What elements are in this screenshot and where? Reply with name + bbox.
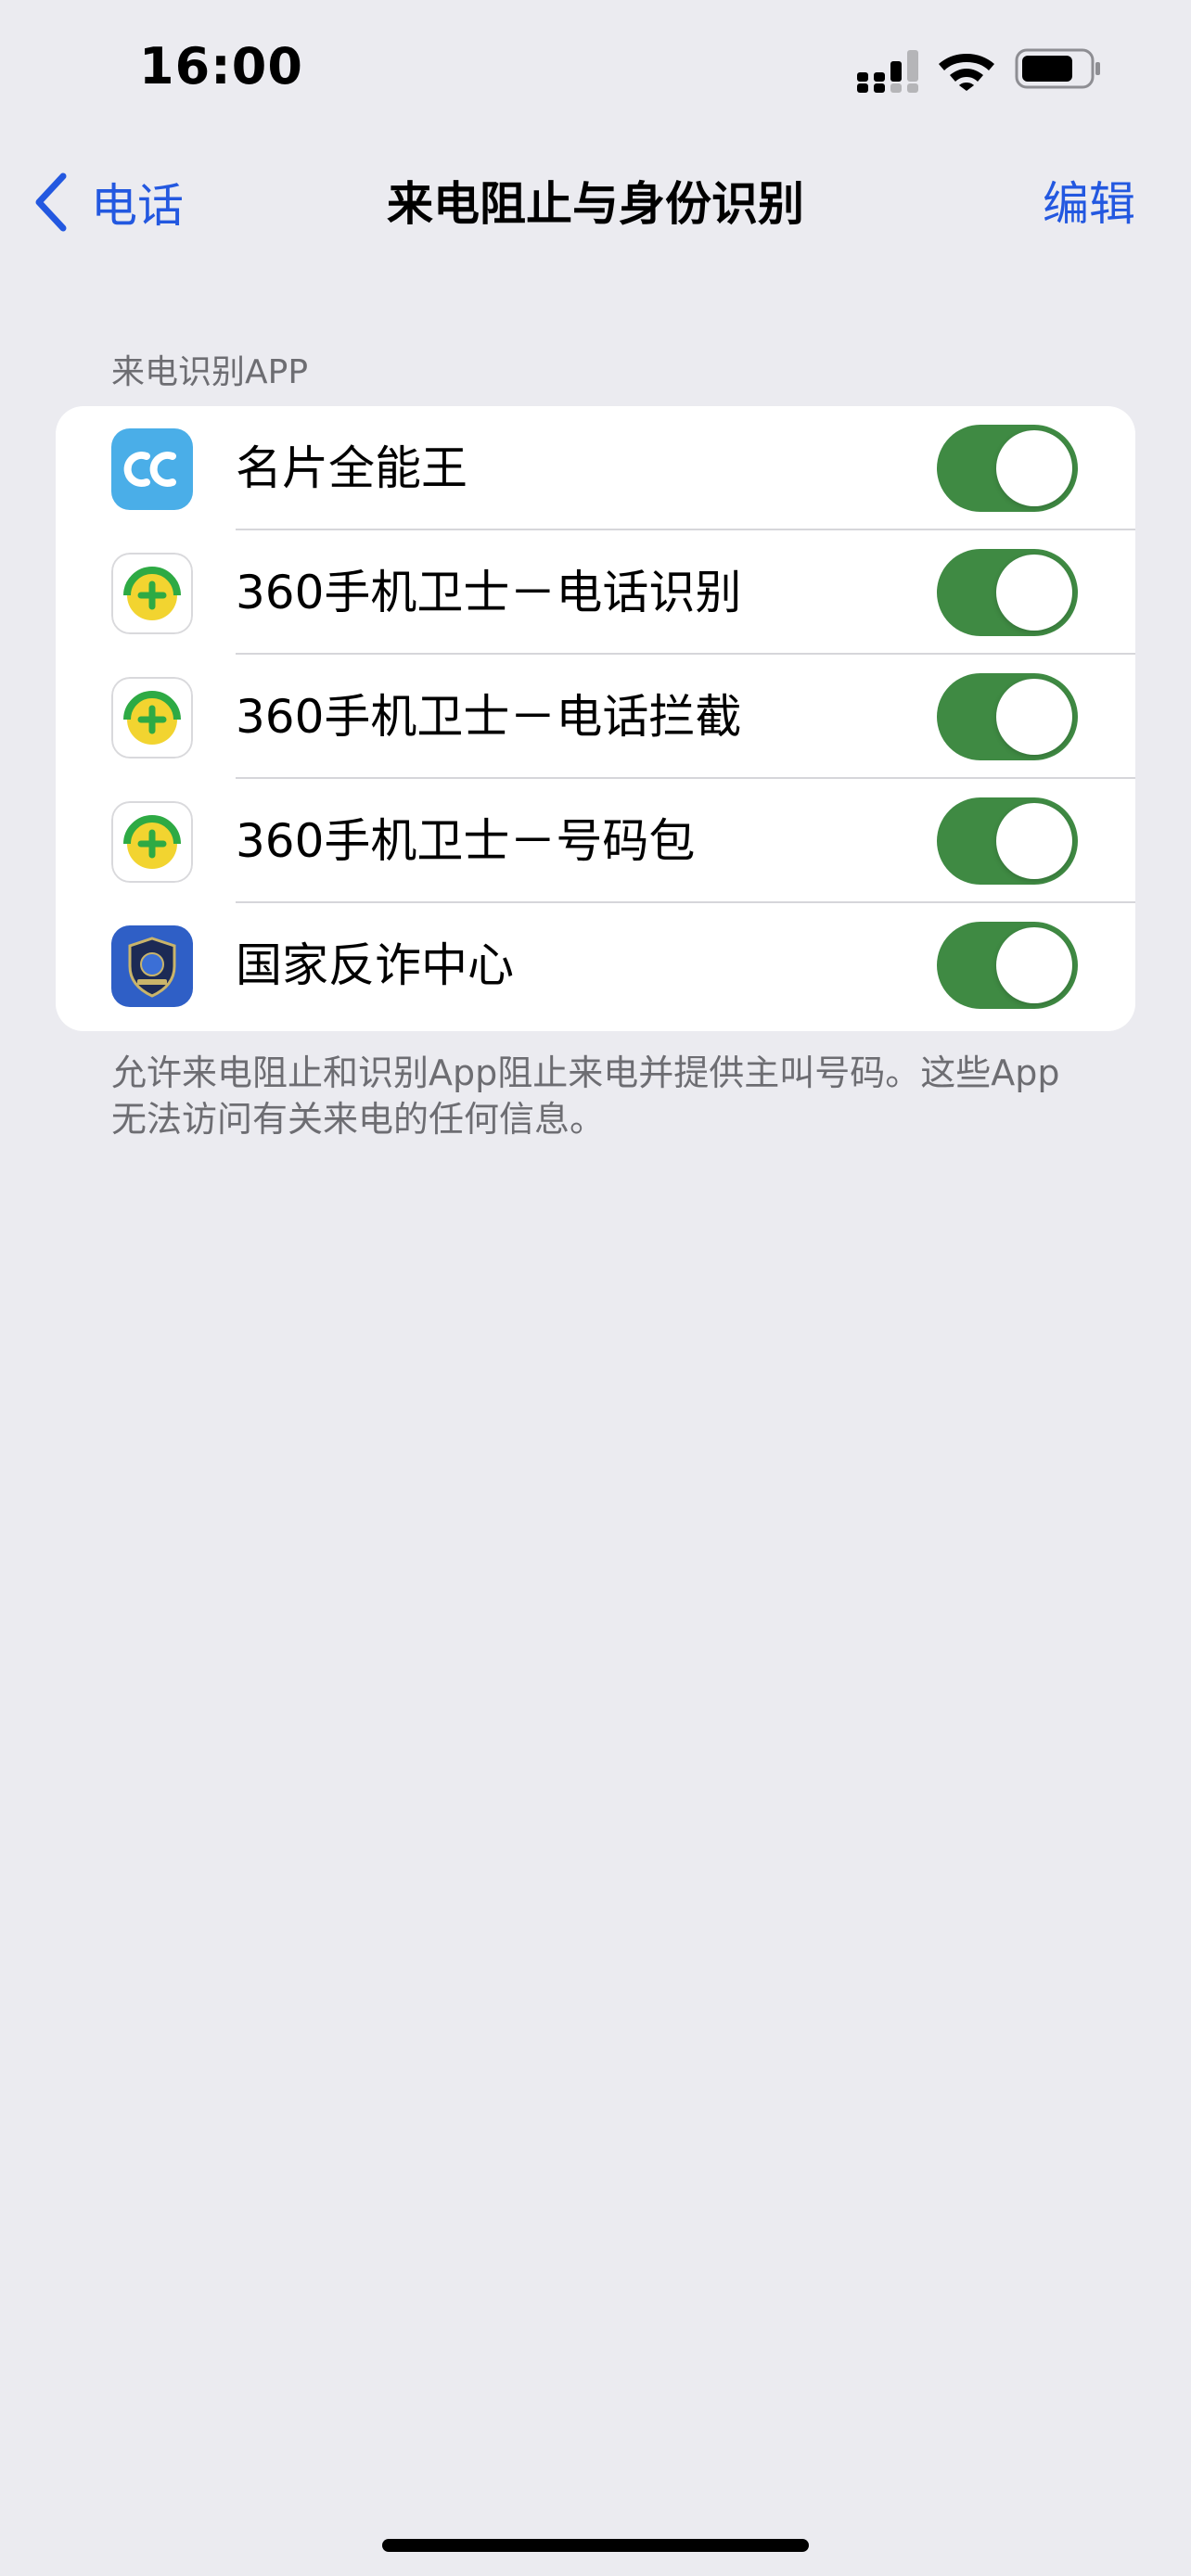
- navigation-bar: 电话 来电阻止与身份识别 编辑: [0, 158, 1191, 250]
- toggle-switch[interactable]: [937, 549, 1078, 636]
- app-name: 360手机卫士－电话拦截: [236, 690, 742, 744]
- status-bar: 16:00: [0, 0, 1191, 139]
- status-time: 16:00: [139, 37, 303, 96]
- toggle-knob: [996, 555, 1072, 631]
- list-item-anti-fraud-center: 国家反诈中心: [56, 903, 1135, 1027]
- list-item-360-call-block: 360手机卫士－电话拦截: [56, 655, 1135, 779]
- battery-icon: [1015, 48, 1100, 89]
- app-name: 国家反诈中心: [236, 938, 514, 992]
- toggle-knob: [996, 430, 1072, 506]
- toggle-switch[interactable]: [937, 797, 1078, 885]
- call-identification-app-list: 名片全能王 360手机卫士－电话识别 360手机卫士－电话拦截 360手机卫士－…: [56, 406, 1135, 1031]
- app-name: 360手机卫士－号码包: [236, 814, 696, 868]
- 360-security-app-icon: [111, 677, 193, 759]
- cellular-signal-icon: [857, 50, 918, 93]
- section-header: 来电识别APP: [111, 353, 309, 391]
- list-item-360-caller-id: 360手机卫士－电话识别: [56, 530, 1135, 655]
- edit-button[interactable]: 编辑: [1043, 158, 1135, 250]
- 360-security-app-icon: [111, 553, 193, 634]
- list-item-360-number-pack: 360手机卫士－号码包: [56, 779, 1135, 903]
- 360-security-app-icon: [111, 801, 193, 883]
- home-indicator[interactable]: [382, 2539, 809, 2552]
- toggle-switch[interactable]: [937, 673, 1078, 760]
- app-name: 名片全能王: [236, 441, 467, 495]
- app-name: 360手机卫士－电话识别: [236, 566, 742, 619]
- toggle-switch[interactable]: [937, 922, 1078, 1009]
- page-title: 来电阻止与身份识别: [387, 177, 804, 231]
- list-item-camcard: 名片全能王: [56, 406, 1135, 530]
- anti-fraud-app-icon: [111, 925, 193, 1007]
- camcard-app-icon: [111, 428, 193, 510]
- toggle-knob: [996, 927, 1072, 1003]
- section-footer-note: 允许来电阻止和识别App阻止来电并提供主叫号码。这些App无法访问有关来电的任何…: [111, 1052, 1060, 1140]
- wifi-icon: [939, 54, 994, 91]
- toggle-switch[interactable]: [937, 425, 1078, 512]
- toggle-knob: [996, 803, 1072, 879]
- toggle-knob: [996, 679, 1072, 755]
